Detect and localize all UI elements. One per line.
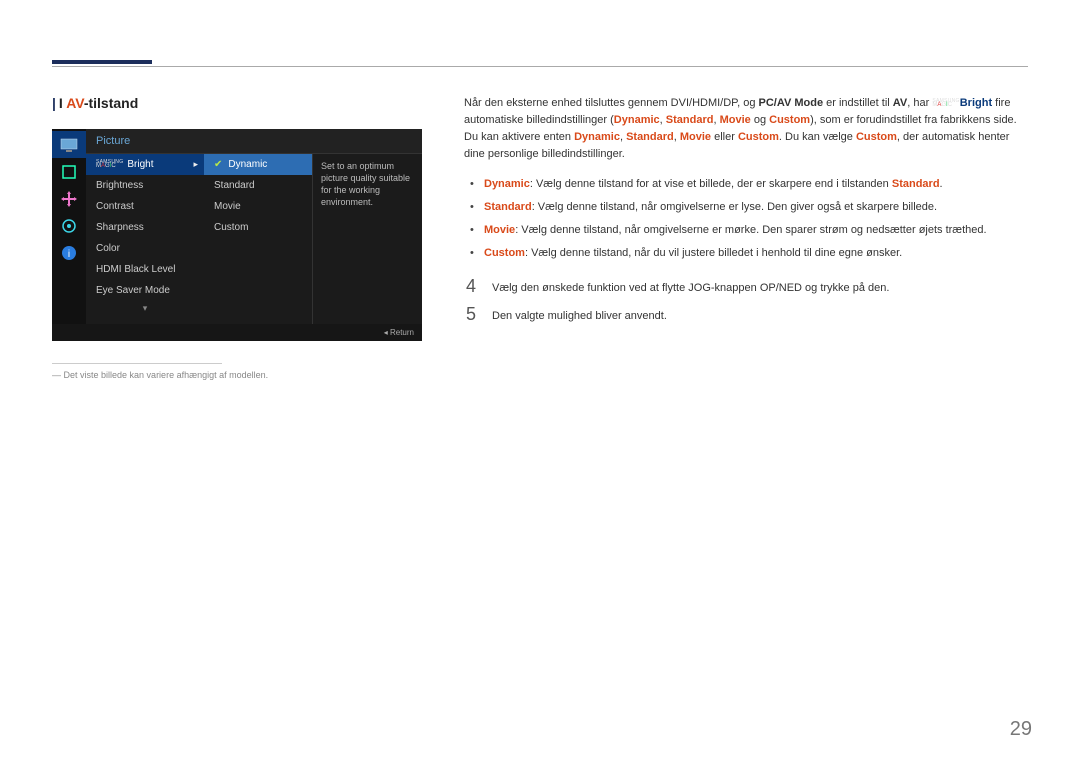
intro-paragraph: Når den eksterne enhed tilsluttes gennem… [464, 95, 1028, 163]
step-number: 5 [464, 305, 478, 323]
list-item: Standard: Vælg denne tilstand, når omgiv… [464, 196, 1028, 219]
chevron-down-icon: ▾ [86, 301, 204, 318]
list-item: Custom: Vælg denne tilstand, når du vil … [464, 242, 1028, 265]
osd-item: Color [86, 238, 204, 259]
info-icon: i [52, 239, 86, 266]
samsung-magic-label: SAMSUNGMAGIC [932, 99, 959, 108]
osd-item: Contrast [86, 196, 204, 217]
osd-option-selected: ✔Dynamic [204, 154, 312, 175]
step-text: Vælg den ønskede funktion ved at flytte … [492, 277, 1028, 297]
osd-option: Custom [204, 217, 312, 238]
list-item: Movie: Vælg denne tilstand, når omgivels… [464, 219, 1028, 242]
osd-item: HDMI Black Level [86, 259, 204, 280]
osd-item: Brightness [86, 175, 204, 196]
page-number: 29 [1010, 718, 1032, 741]
step-text: Den valgte mulighed bliver anvendt. [492, 305, 1028, 325]
osd-description: Set to an optimum picture quality suitab… [312, 154, 422, 324]
osd-option: Movie [204, 196, 312, 217]
osd-option: Standard [204, 175, 312, 196]
osd-title: Picture [86, 129, 422, 154]
osd-item-magicbright: SAMSUNGMAGICBright [86, 154, 204, 175]
osd-menu-primary: SAMSUNGMAGICBright Brightness Contrast S… [86, 154, 204, 324]
step-4: 4 Vælg den ønskede funktion ved at flytt… [464, 277, 1028, 297]
samsung-magic-label: SAMSUNGMAGIC [96, 160, 123, 169]
mode-bullet-list: Dynamic: Vælg denne tilstand for at vise… [464, 173, 1028, 265]
monitor-icon [52, 131, 86, 158]
step-number: 4 [464, 277, 478, 295]
square-icon [52, 158, 86, 185]
gear-icon [52, 212, 86, 239]
osd-screenshot: i Picture SAMSUNGMAGICBright Brightness … [52, 129, 422, 341]
footnote: Det viste billede kan variere afhængigt … [52, 370, 432, 380]
svg-text:i: i [68, 249, 70, 260]
move-icon [52, 185, 86, 212]
osd-item: Eye Saver Mode [86, 280, 204, 301]
section-heading: |I AV-tilstand [52, 95, 432, 111]
osd-sidebar-icons: i [52, 129, 86, 324]
list-item: Dynamic: Vælg denne tilstand for at vise… [464, 173, 1028, 196]
osd-submenu: ✔Dynamic Standard Movie Custom [204, 154, 312, 324]
osd-item: Sharpness [86, 217, 204, 238]
check-icon: ✔ [214, 159, 222, 170]
step-5: 5 Den valgte mulighed bliver anvendt. [464, 305, 1028, 325]
osd-return-label: Return [52, 324, 422, 341]
